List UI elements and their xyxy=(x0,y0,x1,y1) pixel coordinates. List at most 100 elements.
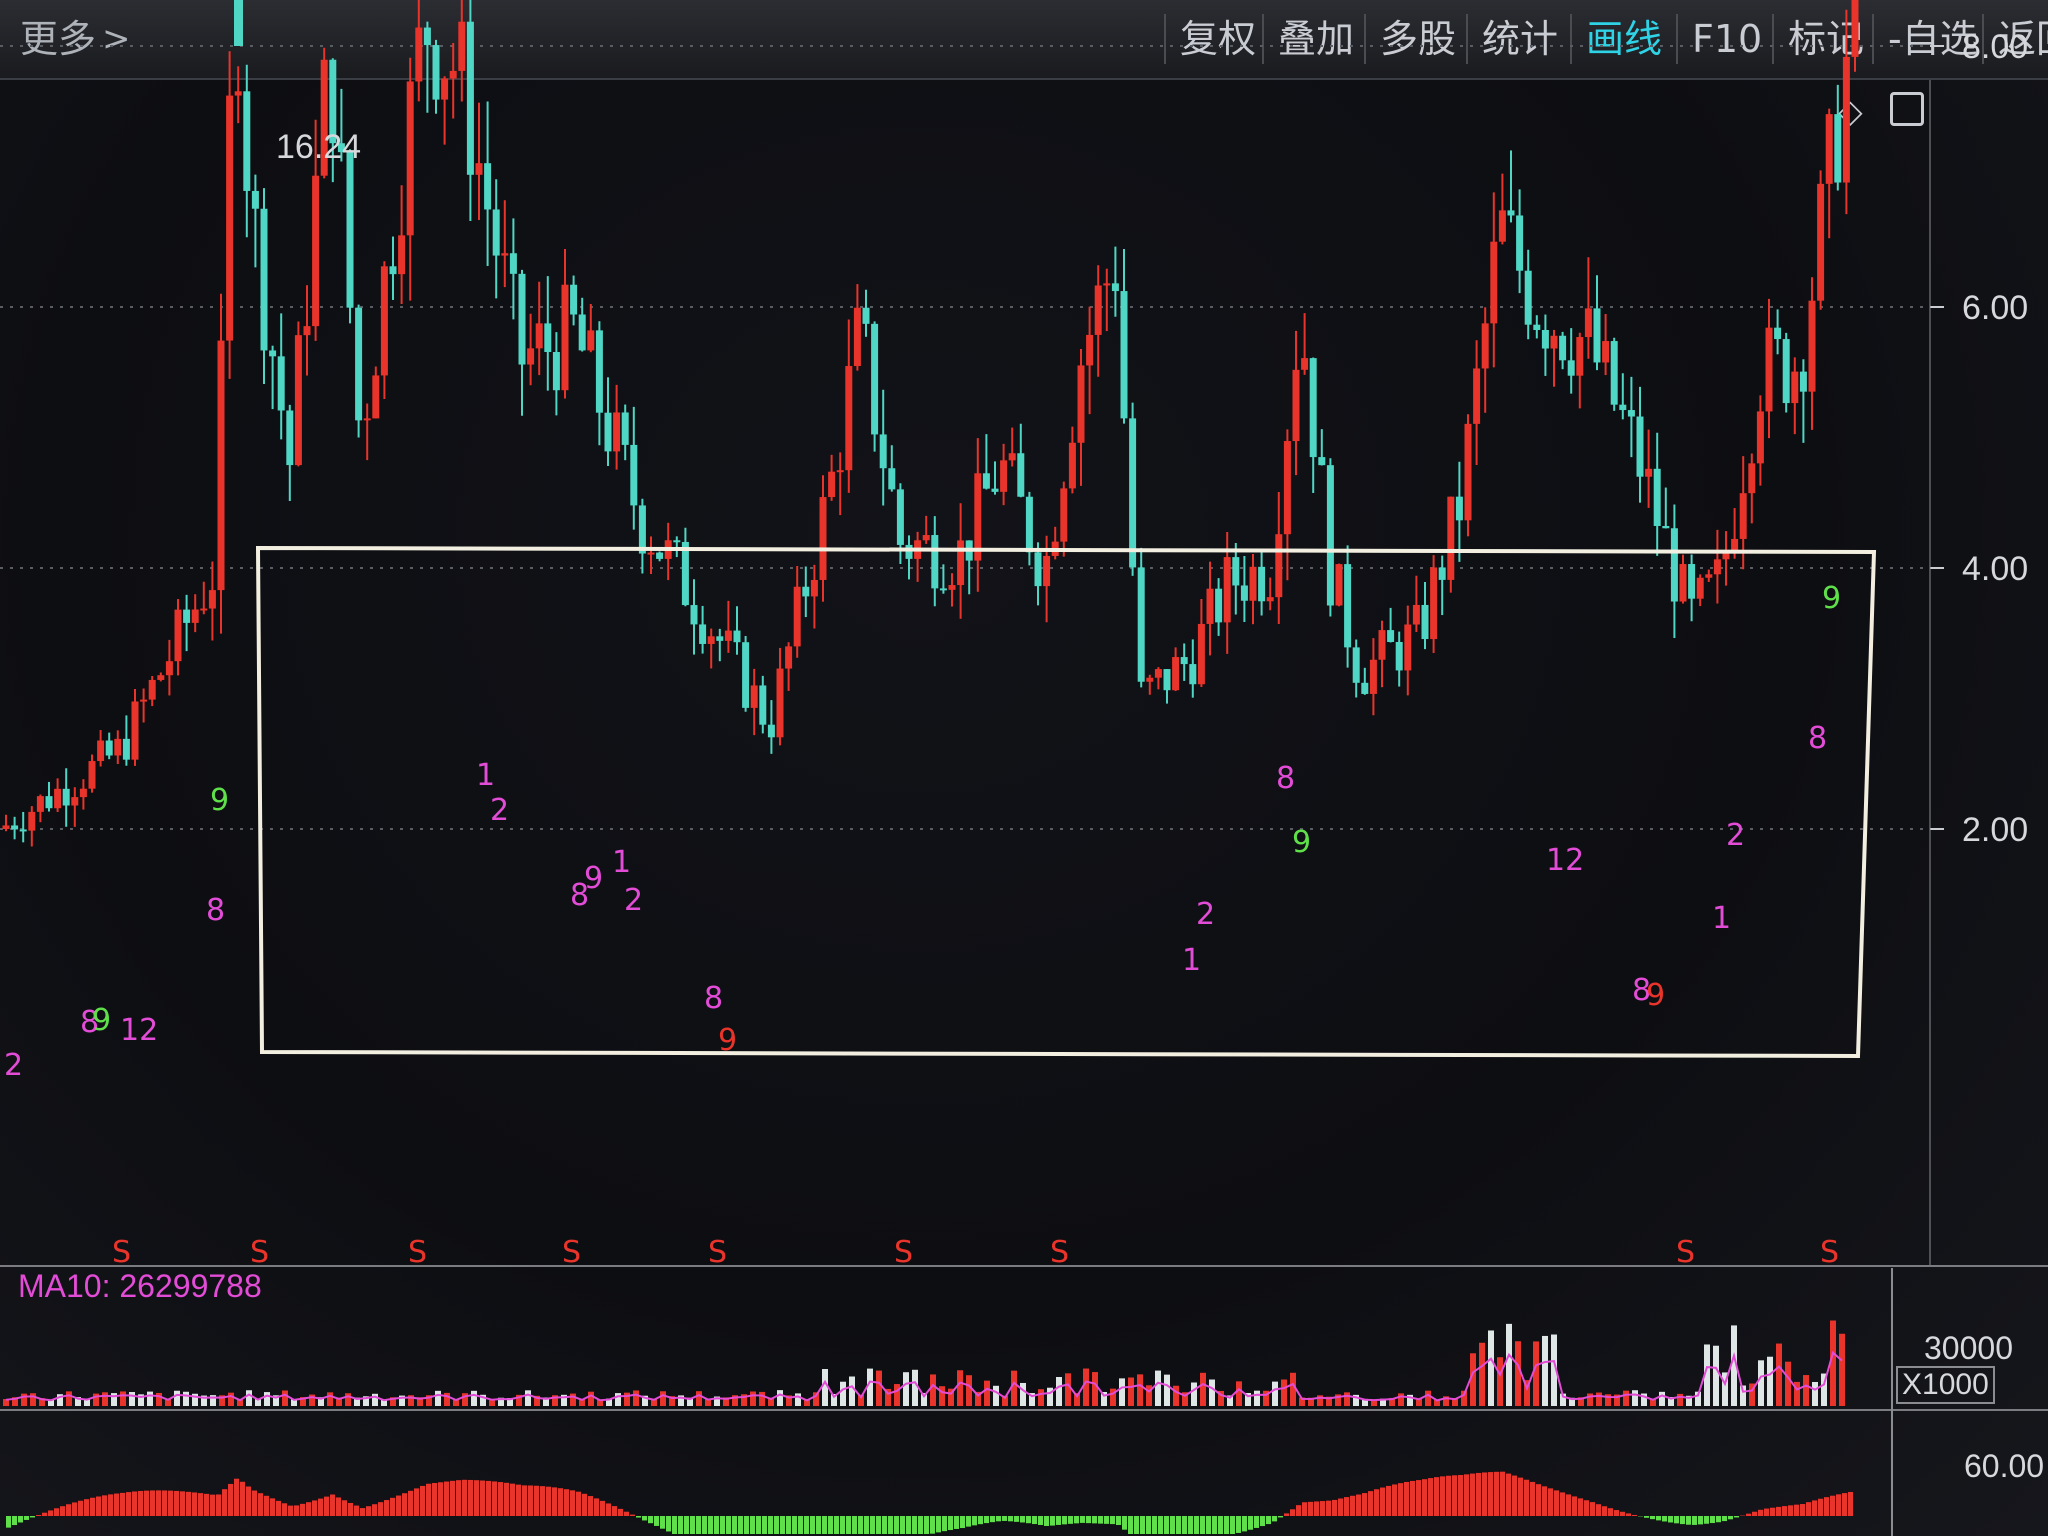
volume-bar xyxy=(1083,1368,1089,1406)
volume-bar xyxy=(1128,1377,1134,1406)
candle-body xyxy=(226,95,234,341)
oscillator-bar xyxy=(1158,1516,1163,1534)
oscillator-bar xyxy=(822,1516,827,1534)
candle-body xyxy=(312,175,320,327)
candle-body xyxy=(1215,588,1223,623)
price-axis-label: 8.00 xyxy=(1962,28,2028,66)
candle-body xyxy=(165,661,173,676)
oscillator-bar xyxy=(1584,1500,1589,1516)
oscillator-bar xyxy=(180,1491,185,1516)
oscillator-bar xyxy=(1164,1516,1169,1534)
oscillator-bar xyxy=(690,1516,695,1534)
volume-bar xyxy=(822,1369,828,1406)
candle-body xyxy=(122,738,130,760)
oscillator-bar xyxy=(1572,1496,1577,1516)
candle-body xyxy=(1713,559,1721,575)
oscillator-bar xyxy=(894,1516,899,1534)
candle-body xyxy=(1412,604,1420,625)
volume-bar xyxy=(1425,1390,1431,1406)
oscillator-bar xyxy=(1374,1489,1379,1516)
oscillator-bar xyxy=(1020,1516,1025,1523)
sequence-marker: 9 xyxy=(92,1003,111,1038)
candle-body xyxy=(1008,453,1016,461)
oscillator-bar xyxy=(60,1506,65,1516)
oscillator-bar xyxy=(1770,1507,1775,1516)
oscillator-bar xyxy=(1026,1516,1031,1524)
oscillator-bar xyxy=(1266,1516,1271,1525)
oscillator-bar xyxy=(1746,1513,1751,1516)
oscillator-bar xyxy=(1272,1516,1277,1522)
candle-body xyxy=(1524,270,1532,325)
oscillator-bar xyxy=(1308,1501,1313,1516)
oscillator-bar xyxy=(648,1516,653,1524)
oscillator-bar xyxy=(654,1516,659,1526)
candle-body xyxy=(1404,624,1412,671)
oscillator-bar xyxy=(1080,1516,1085,1523)
oscillator-bar xyxy=(888,1516,893,1534)
candle-body xyxy=(1129,418,1137,568)
candle-body xyxy=(819,497,827,580)
oscillator-bar xyxy=(210,1494,215,1516)
candle-body xyxy=(1825,114,1833,184)
oscillator-bar xyxy=(906,1516,911,1534)
candle-body xyxy=(939,588,947,591)
sequence-marker: 9 xyxy=(1646,978,1665,1013)
candle-body xyxy=(656,552,664,559)
candle-body xyxy=(888,468,896,490)
oscillator-bar xyxy=(1110,1516,1115,1525)
oscillator-bar xyxy=(738,1516,743,1534)
volume-bar xyxy=(957,1370,963,1406)
candle-body xyxy=(363,418,371,421)
oscillator-bar xyxy=(1530,1481,1535,1516)
candle-body xyxy=(183,609,191,623)
oscillator-bar xyxy=(126,1492,131,1516)
oscillator-bar xyxy=(942,1516,947,1532)
candle-body xyxy=(630,444,638,506)
oscillator-bar xyxy=(246,1486,251,1516)
sequence-marker: 1 xyxy=(1182,943,1201,978)
oscillator-bar xyxy=(1254,1516,1259,1528)
volume-bar xyxy=(1254,1390,1260,1406)
candle-body xyxy=(1739,493,1747,539)
candle-body xyxy=(1249,566,1257,601)
candle-body xyxy=(1447,496,1455,580)
candle-body xyxy=(140,699,148,702)
volume-bar xyxy=(1200,1372,1206,1406)
oscillator-bar xyxy=(534,1485,539,1516)
candle-body xyxy=(97,740,105,762)
oscillator-bar xyxy=(798,1516,803,1534)
candle-body xyxy=(1799,371,1807,392)
candle-body xyxy=(570,284,578,315)
volume-bar xyxy=(759,1391,765,1406)
oscillator-bar xyxy=(1218,1516,1223,1534)
volume-bar xyxy=(327,1392,333,1406)
volume-bar xyxy=(345,1393,351,1406)
oscillator-bar xyxy=(1260,1516,1265,1527)
oscillator-bar xyxy=(1752,1511,1757,1516)
oscillator-bar xyxy=(1776,1506,1781,1516)
volume-bar xyxy=(1767,1356,1773,1406)
candle-body xyxy=(1326,465,1334,606)
volume-bar xyxy=(633,1390,639,1406)
candle-body xyxy=(355,307,363,421)
candle-body xyxy=(1258,566,1266,602)
oscillator-bar xyxy=(546,1486,551,1516)
oscillator-bar xyxy=(1146,1516,1151,1534)
candle-body xyxy=(294,335,302,466)
oscillator-bar xyxy=(1236,1516,1241,1533)
volume-bar xyxy=(1758,1360,1764,1406)
oscillator-bar xyxy=(1650,1516,1655,1520)
oscillator-bar xyxy=(624,1511,629,1516)
oscillator-bar xyxy=(198,1493,203,1516)
candle-body xyxy=(1395,641,1403,671)
oscillator-bar xyxy=(768,1516,773,1534)
candle-body xyxy=(458,21,466,71)
oscillator-bar xyxy=(1428,1478,1433,1516)
volume-bar xyxy=(1713,1345,1719,1406)
oscillator-bar xyxy=(876,1516,881,1534)
oscillator-bar xyxy=(474,1480,479,1516)
oscillator-bar xyxy=(840,1516,845,1534)
oscillator-bar xyxy=(6,1516,11,1528)
oscillator-bar xyxy=(1848,1491,1853,1516)
oscillator-bar xyxy=(756,1516,761,1534)
